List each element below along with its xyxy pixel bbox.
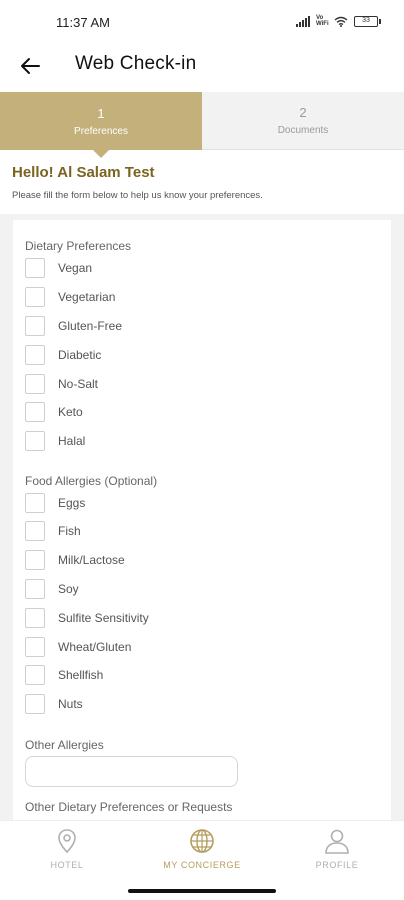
checkbox-label: No-Salt — [58, 377, 99, 391]
bottom-nav: HOTEL MY CONCIERGE PROFILE — [0, 820, 404, 900]
dietary-option-vegetarian[interactable]: Vegetarian — [25, 286, 115, 308]
checkbox-label: Sulfite Sensitivity — [58, 611, 149, 625]
arrow-left-icon — [21, 58, 40, 74]
checkbox[interactable] — [25, 579, 45, 599]
checkbox-label: Shellfish — [58, 668, 104, 682]
checkbox[interactable] — [25, 694, 45, 714]
location-pin-icon — [58, 829, 76, 854]
checkbox-label: Halal — [58, 434, 86, 448]
checkbox-label: Diabetic — [58, 348, 102, 362]
preferences-form: Dietary Preferences Vegan Vegetarian Glu… — [0, 220, 404, 820]
checkbox[interactable] — [25, 345, 45, 365]
checkbox-label: Wheat/Gluten — [58, 640, 132, 654]
checkbox[interactable] — [25, 521, 45, 541]
allergy-option-fish[interactable]: Fish — [25, 520, 81, 542]
globe-icon — [190, 829, 214, 853]
allergy-option-nuts[interactable]: Nuts — [25, 693, 83, 715]
allergy-option-soy[interactable]: Soy — [25, 578, 79, 600]
network-type: Vo WiFi — [316, 15, 329, 27]
home-indicator — [128, 889, 276, 893]
checkbox-label: Fish — [58, 524, 81, 538]
step-pointer — [93, 150, 109, 158]
other-allergies-label: Other Allergies — [25, 738, 104, 752]
greeting-subtitle: Please fill the form below to help us kn… — [12, 190, 263, 201]
allergy-option-wheat-gluten[interactable]: Wheat/Gluten — [25, 636, 131, 658]
checkbox[interactable] — [25, 550, 45, 570]
page-title: Web Check-in — [75, 53, 197, 74]
checkbox[interactable] — [25, 493, 45, 513]
signal-icon — [296, 15, 310, 27]
allergy-option-shellfish[interactable]: Shellfish — [25, 664, 103, 686]
dietary-option-vegan[interactable]: Vegan — [25, 257, 92, 279]
wifi-icon — [334, 16, 348, 27]
checkbox-label: Eggs — [58, 496, 86, 510]
checkbox[interactable] — [25, 316, 45, 336]
other-allergies-input[interactable] — [25, 756, 238, 787]
app-header: Web Check-in — [0, 44, 404, 92]
checkbox[interactable] — [25, 665, 45, 685]
step-preferences[interactable]: 1 Preferences — [0, 92, 202, 158]
checkbox[interactable] — [25, 287, 45, 307]
step-number: 1 — [97, 105, 105, 121]
greeting-title: Hello! Al Salam Test — [12, 164, 155, 181]
form-gutter — [391, 220, 404, 820]
checkbox[interactable] — [25, 431, 45, 451]
step-label: Documents — [277, 125, 329, 136]
checkbox-label: Gluten-Free — [58, 319, 123, 333]
nav-hotel[interactable]: HOTEL — [12, 827, 122, 879]
checkbox-label: Vegetarian — [58, 290, 116, 304]
checkbox[interactable] — [25, 374, 45, 394]
dietary-option-gluten-free[interactable]: Gluten-Free — [25, 315, 122, 337]
checkbox-label: Nuts — [58, 697, 83, 711]
nav-label: PROFILE — [315, 860, 359, 870]
allergy-option-eggs[interactable]: Eggs — [25, 492, 85, 514]
checkbox[interactable] — [25, 258, 45, 278]
nav-label: MY CONCIERGE — [163, 860, 241, 870]
checkbox-label: Vegan — [58, 261, 93, 275]
dietary-preferences-label: Dietary Preferences — [25, 239, 132, 253]
dietary-option-halal[interactable]: Halal — [25, 430, 85, 452]
battery-icon: 33 — [354, 15, 381, 27]
checkbox-label: Soy — [58, 582, 79, 596]
nav-label: HOTEL — [50, 860, 84, 870]
dietary-option-no-salt[interactable]: No-Salt — [25, 373, 98, 395]
allergy-option-milk-lactose[interactable]: Milk/Lactose — [25, 549, 125, 571]
checkbox-label: Keto — [58, 405, 83, 419]
checkin-steps: 1 Preferences 2 Documents — [0, 92, 404, 158]
dietary-option-keto[interactable]: Keto — [25, 401, 83, 423]
nav-profile[interactable]: PROFILE — [282, 827, 392, 879]
allergy-option-sulfite-sensitivity[interactable]: Sulfite Sensitivity — [25, 607, 149, 629]
user-icon — [325, 829, 349, 854]
checkbox[interactable] — [25, 608, 45, 628]
nav-my-concierge[interactable]: MY CONCIERGE — [147, 827, 257, 879]
step-label: Preferences — [74, 125, 128, 137]
checkbox-label: Milk/Lactose — [58, 553, 125, 567]
status-icons: Vo WiFi 33 — [296, 15, 381, 27]
dietary-option-diabetic[interactable]: Diabetic — [25, 344, 101, 366]
checkbox[interactable] — [25, 402, 45, 422]
status-time: 11:37 AM — [56, 15, 110, 30]
step-number: 2 — [299, 105, 307, 120]
status-bar: 11:37 AM Vo WiFi 33 — [0, 0, 404, 44]
other-requests-label: Other Dietary Preferences or Requests — [25, 800, 233, 814]
back-button[interactable] — [14, 50, 46, 82]
food-allergies-label: Food Allergies (Optional) — [25, 474, 158, 488]
step-documents[interactable]: 2 Documents — [202, 92, 404, 150]
checkbox[interactable] — [25, 637, 45, 657]
form-gutter — [0, 220, 13, 820]
